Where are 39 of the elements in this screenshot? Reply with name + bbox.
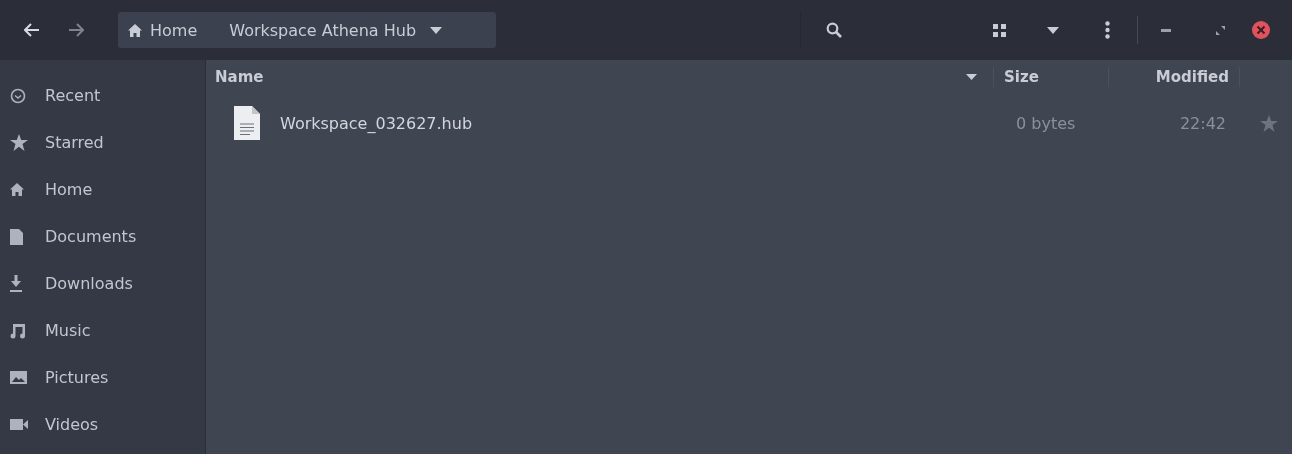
close-icon bbox=[1252, 21, 1270, 39]
grid-icon bbox=[992, 23, 1006, 37]
back-arrow-icon bbox=[24, 23, 40, 37]
forward-arrow-icon bbox=[68, 23, 84, 37]
sidebar-item[interactable]: Starred bbox=[0, 119, 205, 166]
sidebar-item[interactable]: Home bbox=[0, 166, 205, 213]
search-icon bbox=[826, 22, 842, 38]
column-header[interactable]: Name bbox=[215, 68, 264, 86]
picture-icon bbox=[10, 371, 27, 384]
file-size: 0 bytes bbox=[1016, 113, 1077, 133]
sidebar-item[interactable]: Pictures bbox=[0, 354, 205, 401]
star-icon[interactable] bbox=[1260, 114, 1278, 132]
document-icon bbox=[10, 228, 23, 245]
clock-icon bbox=[10, 87, 26, 104]
close-button[interactable] bbox=[1252, 21, 1270, 39]
sidebar-item[interactable]: Music bbox=[0, 307, 205, 354]
file-name[interactable]: Workspace_032627.hub bbox=[280, 113, 1016, 133]
column-header[interactable]: Size bbox=[1004, 68, 1098, 86]
caret-icon[interactable] bbox=[430, 26, 443, 34]
column-header[interactable]: Modified bbox=[1119, 68, 1229, 86]
menu-icon bbox=[1104, 21, 1110, 39]
path-segment[interactable]: Workspace Athena Hub bbox=[229, 20, 417, 40]
download-icon bbox=[10, 275, 22, 292]
music-note-icon bbox=[10, 322, 25, 339]
sidebar-item[interactable]: Videos bbox=[0, 401, 205, 448]
minimize-icon bbox=[1161, 28, 1171, 32]
path-segment[interactable]: Home bbox=[128, 20, 198, 40]
text-file-icon bbox=[234, 106, 260, 140]
maximize-icon bbox=[1215, 25, 1225, 35]
caret-icon bbox=[1047, 26, 1059, 34]
home-icon bbox=[128, 23, 142, 37]
home-icon bbox=[10, 183, 24, 196]
video-camera-icon bbox=[10, 419, 28, 430]
file-modified-time: 22:42 bbox=[1178, 113, 1226, 133]
sidebar-item[interactable]: Documents bbox=[0, 213, 205, 260]
sort-caret-icon bbox=[966, 74, 977, 80]
sidebar-item[interactable]: Recent bbox=[0, 72, 205, 119]
star-icon bbox=[10, 134, 28, 151]
sidebar-item[interactable]: Downloads bbox=[0, 260, 205, 307]
